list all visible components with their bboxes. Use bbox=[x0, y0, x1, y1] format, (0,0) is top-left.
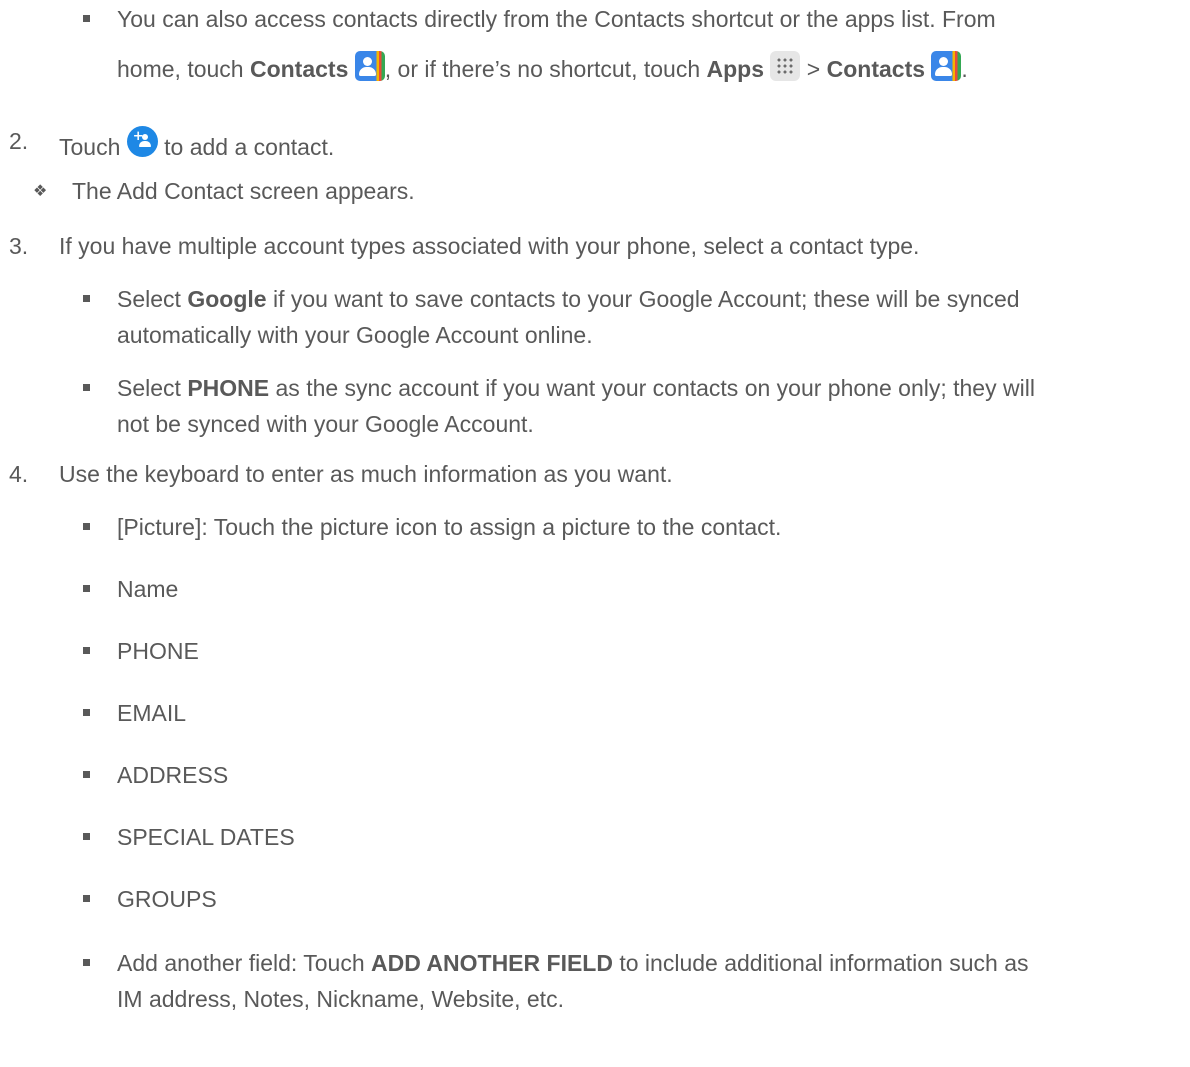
bullet-text: Add another field: Touch bbox=[117, 950, 372, 976]
contacts-label: Contacts bbox=[249, 56, 349, 82]
bullet-marker bbox=[83, 295, 90, 302]
phone-option-line-2: not be synced with your Google Account. bbox=[117, 411, 534, 437]
step-number: 4. bbox=[9, 461, 29, 487]
bullet-marker bbox=[83, 384, 90, 391]
field-item: EMAIL bbox=[117, 700, 187, 726]
phone-label: PHONE bbox=[187, 375, 270, 401]
step-number: 3. bbox=[9, 233, 29, 259]
bullet-marker bbox=[83, 585, 90, 592]
intro-line-1: You can also access contacts directly fr… bbox=[117, 6, 996, 32]
add-contact-icon: + bbox=[126, 126, 158, 157]
bullet-marker bbox=[83, 895, 90, 902]
intro-text: home, touch bbox=[117, 56, 250, 82]
field-item: SPECIAL DATES bbox=[117, 824, 295, 850]
add-another-field-line-2: IM address, Notes, Nickname, Website, et… bbox=[117, 986, 564, 1012]
field-item: GROUPS bbox=[117, 886, 217, 912]
intro-line-2: home, touch Contacts , or if there’s no … bbox=[117, 51, 968, 84]
step-result: The Add Contact screen appears. bbox=[72, 178, 415, 204]
bullet-text: Select bbox=[117, 286, 188, 312]
step-text: to add a contact. bbox=[157, 134, 335, 160]
bullet-marker bbox=[83, 771, 90, 778]
google-option-line-2: automatically with your Google Account o… bbox=[117, 322, 593, 348]
step-3-text: If you have multiple account types assoc… bbox=[59, 233, 920, 259]
add-another-field-label: ADD ANOTHER FIELD bbox=[371, 950, 613, 976]
contacts-label: Contacts bbox=[826, 56, 926, 82]
bullet-marker bbox=[83, 523, 90, 530]
document-page: You can also access contacts directly fr… bbox=[0, 0, 1190, 1067]
add-another-field-line-1: Add another field: Touch ADD ANOTHER FIE… bbox=[117, 948, 1029, 978]
phone-option-line-1: Select PHONE as the sync account if you … bbox=[117, 373, 1035, 403]
step-2-text: Touch + to add a contact. bbox=[59, 126, 334, 162]
google-label: Google bbox=[187, 286, 267, 312]
step-number: 2. bbox=[9, 128, 29, 154]
bullet-text: as the sync account if you want your con… bbox=[269, 375, 1035, 401]
field-item: Name bbox=[117, 576, 179, 602]
google-option-line-1: Select Google if you want to save contac… bbox=[117, 284, 1020, 314]
field-item: [Picture]: Touch the picture icon to ass… bbox=[117, 514, 782, 540]
bullet-text: to include additional information such a… bbox=[612, 950, 1029, 976]
step-4-text: Use the keyboard to enter as much inform… bbox=[59, 461, 673, 487]
bullet-marker bbox=[83, 959, 90, 966]
contacts-app-icon bbox=[354, 51, 385, 81]
field-item: ADDRESS bbox=[117, 762, 229, 788]
apps-label: Apps bbox=[706, 56, 765, 82]
diamond-bullet-icon: ❖ bbox=[33, 181, 48, 200]
field-item: PHONE bbox=[117, 638, 199, 664]
bullet-marker bbox=[83, 15, 90, 22]
period: . bbox=[961, 56, 968, 82]
gt-symbol: > bbox=[800, 56, 827, 82]
bullet-marker bbox=[83, 709, 90, 716]
bullet-text: Select bbox=[117, 375, 188, 401]
apps-grid-icon bbox=[770, 51, 801, 81]
intro-text: , or if there’s no shortcut, touch bbox=[384, 56, 707, 82]
bullet-text: if you want to save contacts to your Goo… bbox=[266, 286, 1020, 312]
bullet-marker bbox=[83, 647, 90, 654]
bullet-marker bbox=[83, 833, 90, 840]
contacts-app-icon bbox=[931, 51, 962, 81]
step-text: Touch bbox=[59, 134, 127, 160]
